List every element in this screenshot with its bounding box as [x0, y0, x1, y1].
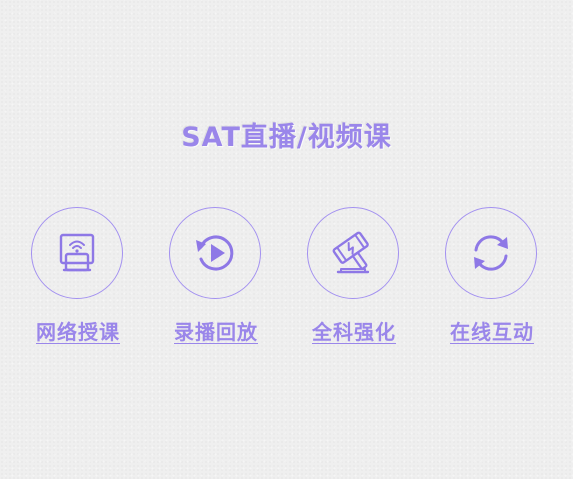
- feature-circle[interactable]: [169, 207, 261, 299]
- feature-online-interaction[interactable]: 在线互动: [437, 207, 547, 357]
- feature-online-teaching[interactable]: 网络授课: [23, 207, 133, 357]
- feature-circle[interactable]: [31, 207, 123, 299]
- feature-circle[interactable]: [307, 207, 399, 299]
- hammer-icon: [332, 231, 370, 274]
- online-teaching-icon: [59, 233, 95, 272]
- interaction-icon: [474, 235, 508, 271]
- feature-label[interactable]: 录播回放: [161, 319, 271, 345]
- feature-label[interactable]: 网络授课: [23, 319, 133, 345]
- feature-label[interactable]: 全科强化: [299, 319, 409, 345]
- feature-replay[interactable]: 录播回放: [161, 207, 271, 357]
- page-title: SAT直播/视频课: [181, 122, 392, 153]
- replay-icon: [196, 235, 234, 271]
- feature-circle[interactable]: [445, 207, 537, 299]
- feature-label[interactable]: 在线互动: [437, 319, 547, 345]
- feature-full-subject[interactable]: 全科强化: [299, 207, 409, 357]
